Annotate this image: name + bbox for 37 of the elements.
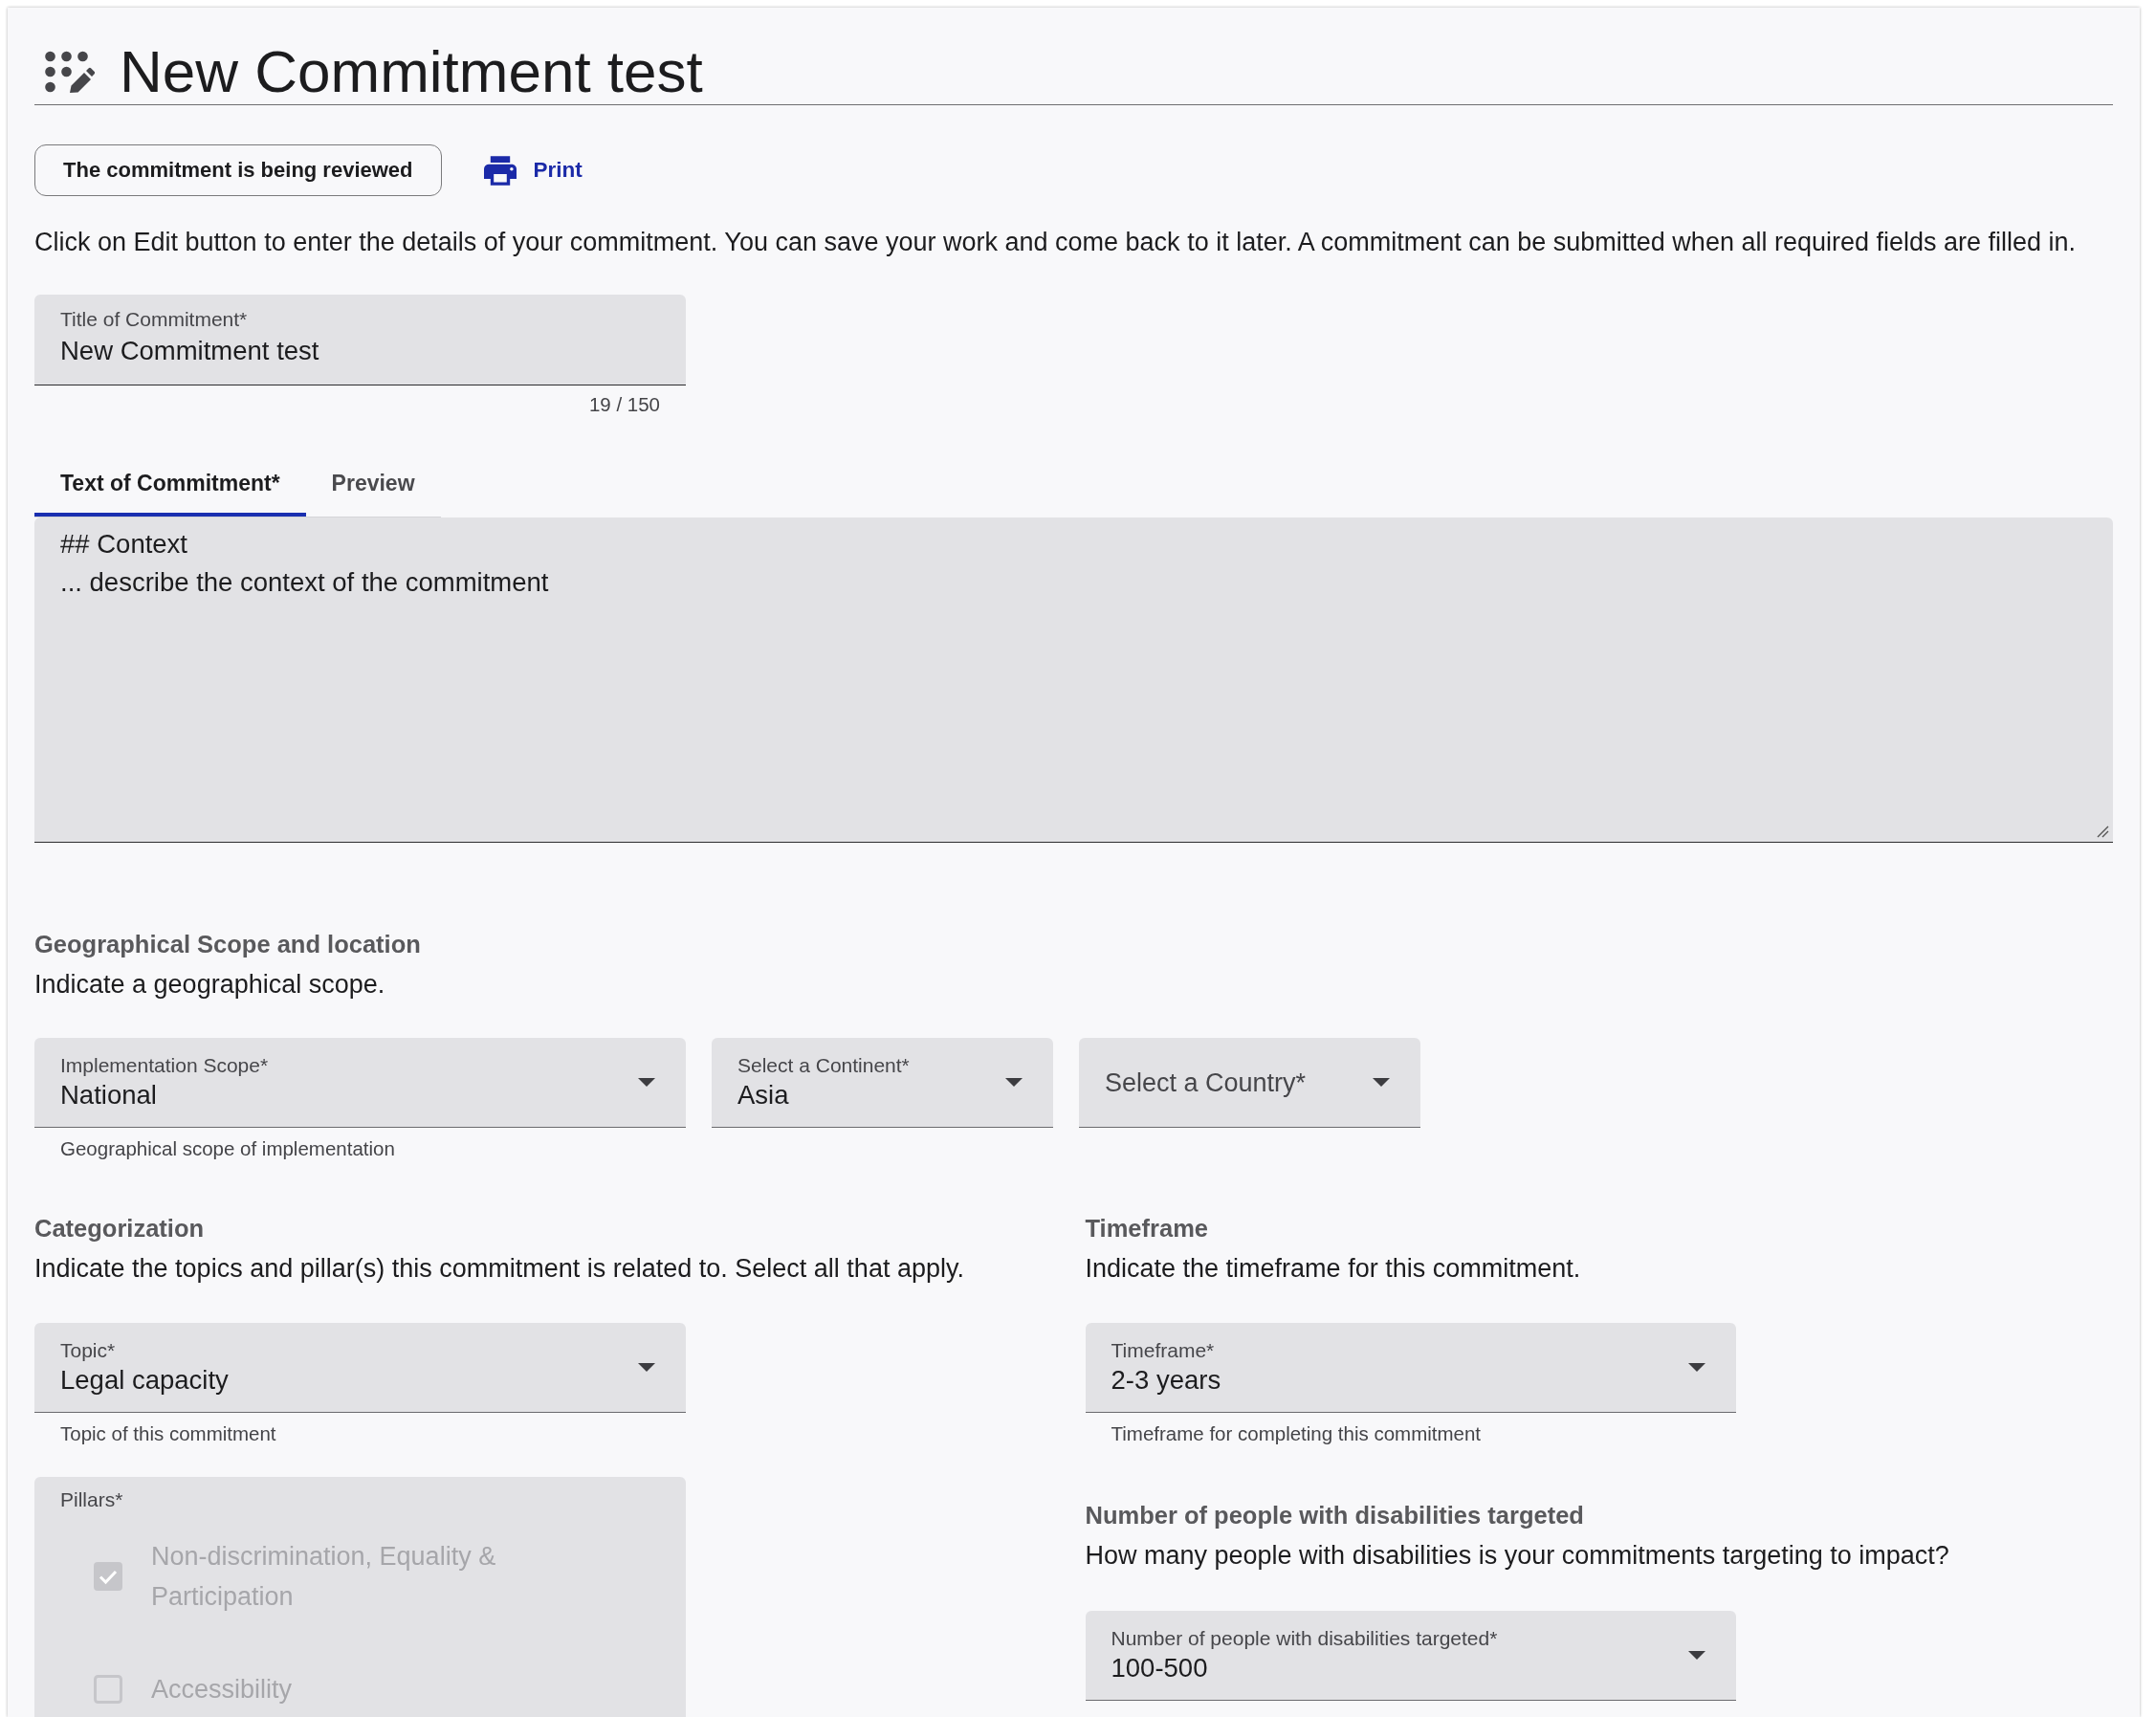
- title-field[interactable]: Title of Commitment* New Commitment test: [34, 295, 686, 385]
- dropdown-select[interactable]: Topic* Legal capacity: [34, 1323, 686, 1413]
- commitment-text-field[interactable]: ## Context ... describe the context of the commitment: [34, 517, 2113, 843]
- helper-text: Timeframe for completing this commitment: [1110, 1422, 1482, 1445]
- printer-icon: [483, 155, 517, 186]
- dropdown-caret-icon: [1687, 1363, 1705, 1372]
- dropdown-caret-icon: [1687, 1651, 1705, 1660]
- resize-handle-icon[interactable]: [2097, 825, 2109, 838]
- checkbox-label: Non-discrimination, Equality & Participation: [151, 1541, 497, 1613]
- helper-text: Topic of this commitment: [59, 1422, 276, 1445]
- section-heading: Number of people with disabilities targeted: [1085, 1501, 1584, 1530]
- section-instruction: Indicate the timeframe for this commitment.: [1085, 1253, 1581, 1284]
- section-heading: Timeframe: [1085, 1214, 1208, 1244]
- intro-text: Click on Edit button to enter the details of your commitment. You can save your work and come back to it later. A commitment can be submitted when all required fields are filled in.: [34, 227, 2078, 257]
- section-instruction: Indicate the topics and pillar(s) this commitment is related to. Select all that apply.: [34, 1253, 964, 1284]
- section-instruction: How many people with disabilities is your commitments targeting to impact?: [1085, 1540, 1949, 1571]
- section-instruction: Indicate a geographical scope.: [34, 969, 386, 1000]
- status-button[interactable]: The commitment is being reviewed: [34, 144, 442, 196]
- group-label: Pillars*: [60, 1488, 124, 1511]
- page-title: New Commitment test: [120, 41, 703, 101]
- dropdown-caret-icon: [638, 1363, 655, 1372]
- dropdown-select[interactable]: Timeframe* 2-3 years: [1085, 1323, 1736, 1413]
- dropdown-select[interactable]: Select a Country*: [1079, 1038, 1420, 1128]
- dropdown-select[interactable]: Number of people with disabilities targeted* 100-500: [1085, 1611, 1736, 1701]
- helper-text: Geographical scope of implementation: [59, 1137, 396, 1160]
- tab[interactable]: Preview: [305, 450, 441, 517]
- dots-pencil-icon: [45, 50, 95, 93]
- checkbox-label: Accessibility: [151, 1674, 293, 1706]
- dropdown-caret-icon: [1005, 1078, 1023, 1087]
- dropdown-select[interactable]: Implementation Scope* National: [34, 1038, 686, 1128]
- section-heading: Categorization: [34, 1214, 205, 1244]
- print-button[interactable]: Print: [483, 155, 583, 186]
- dropdown-caret-icon: [638, 1078, 655, 1087]
- section-heading: Geographical Scope and location: [34, 930, 422, 959]
- dropdown-caret-icon: [1373, 1078, 1390, 1087]
- dropdown-select[interactable]: Select a Continent* Asia: [712, 1038, 1053, 1128]
- character-counter: 19 / 150: [587, 393, 661, 416]
